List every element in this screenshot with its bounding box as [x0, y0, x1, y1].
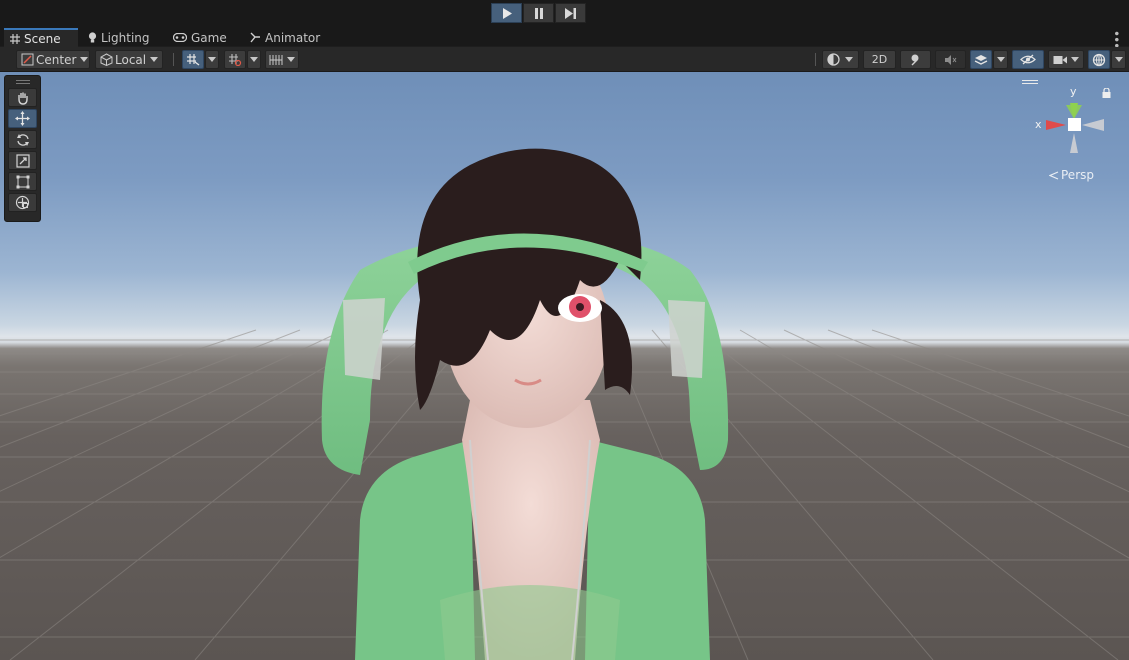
hand-icon [17, 92, 28, 105]
audio-toggle[interactable] [935, 50, 966, 69]
transform-tool-button[interactable] [8, 193, 37, 212]
scene-toolbar: Center Local 2D [0, 47, 1129, 72]
lighting-icon [911, 54, 919, 66]
space-dropdown[interactable]: Local [95, 50, 163, 69]
toolbar-divider [173, 53, 174, 66]
lock-icon[interactable] [1102, 88, 1111, 98]
chevron-down-icon [80, 57, 89, 62]
palette-grip-handle[interactable] [8, 78, 37, 86]
rect-transform-icon [16, 175, 29, 188]
perspective-icon [1049, 170, 1059, 180]
scene-lighting-toggle[interactable] [900, 50, 931, 69]
gizmo-globe-icon [1092, 53, 1106, 66]
hidden-objects-toggle[interactable] [1012, 50, 1044, 69]
rotate-icon [16, 133, 29, 146]
gizmo-x-label: x [1035, 118, 1042, 131]
effects-toggle[interactable] [970, 50, 992, 69]
play-icon [502, 7, 512, 19]
effects-dropdown[interactable] [993, 50, 1008, 69]
move-tool-button[interactable] [8, 109, 37, 128]
ruler-grid-icon [269, 54, 283, 65]
eye-slash-icon [1020, 54, 1036, 65]
gamepad-icon [173, 33, 187, 42]
chevron-down-icon [208, 57, 216, 62]
camera-settings-dropdown[interactable] [1048, 50, 1084, 69]
pause-button[interactable] [523, 3, 554, 23]
grid-visibility-dropdown[interactable] [265, 50, 299, 69]
play-button[interactable] [491, 3, 522, 23]
tab-animator[interactable]: Animator [250, 28, 320, 47]
2d-mode-toggle[interactable]: 2D [863, 50, 896, 69]
pause-icon [534, 7, 543, 19]
increment-snap-dropdown[interactable] [247, 50, 261, 69]
tab-scene[interactable]: Scene [4, 28, 78, 47]
chevron-down-icon [287, 57, 295, 62]
hand-tool-button[interactable] [8, 88, 37, 107]
tab-lighting[interactable]: Lighting [88, 28, 150, 47]
2d-label: 2D [871, 53, 888, 66]
tab-game[interactable]: Game [173, 28, 227, 47]
space-label: Local [115, 52, 147, 67]
tab-label: Game [191, 30, 227, 45]
chevron-down-icon [1114, 57, 1123, 62]
axis-gizmo-icon [1046, 103, 1104, 153]
projection-label: Persp [1061, 168, 1094, 182]
scale-icon [15, 153, 30, 168]
character-model[interactable] [0, 72, 1129, 660]
step-icon [565, 7, 576, 19]
step-button[interactable] [555, 3, 586, 23]
draw-mode-dropdown[interactable] [822, 50, 859, 69]
pivot-label: Center [36, 52, 77, 67]
pivot-center-icon [21, 53, 34, 66]
shading-sphere-icon [827, 53, 840, 66]
increment-snap-toggle[interactable] [224, 50, 246, 69]
grid-icon [10, 33, 20, 44]
gizmo-y-label: y [1070, 85, 1077, 98]
grid-snapping-toggle[interactable] [182, 50, 204, 69]
camera-icon [1053, 55, 1067, 64]
tab-label: Lighting [101, 30, 150, 45]
tab-label: Animator [265, 30, 321, 45]
rect-tool-button[interactable] [8, 172, 37, 191]
bulb-icon [88, 32, 97, 43]
tab-label: Scene [24, 31, 61, 46]
speaker-icon [945, 54, 957, 65]
grid-snap-icon [187, 54, 200, 66]
rotate-tool-button[interactable] [8, 130, 37, 149]
chevron-down-icon [996, 57, 1005, 62]
cube-icon [100, 53, 113, 66]
move-arrows-icon [15, 111, 30, 126]
pivot-dropdown[interactable]: Center [16, 50, 90, 69]
animator-icon [250, 32, 260, 43]
chevron-down-icon [845, 57, 853, 62]
transform-all-icon [15, 195, 30, 210]
tab-menu-kebab-icon[interactable]: ••• [1109, 30, 1123, 48]
play-controls [491, 3, 586, 23]
editor-tab-bar: Scene Lighting Game Animator ••• [0, 28, 1129, 48]
chevron-down-icon [250, 57, 258, 62]
transform-tool-palette [4, 75, 41, 222]
grid-snapping-dropdown[interactable] [205, 50, 219, 69]
chevron-down-icon [1071, 57, 1079, 62]
chevron-down-icon [150, 57, 159, 62]
increment-snap-icon [229, 54, 242, 66]
gizmos-dropdown[interactable] [1111, 50, 1126, 69]
layers-icon [974, 54, 988, 65]
projection-toggle[interactable]: Persp [1049, 168, 1094, 182]
gizmos-toggle[interactable] [1088, 50, 1110, 69]
play-bar [0, 0, 1129, 28]
scale-tool-button[interactable] [8, 151, 37, 170]
toolbar-divider [815, 53, 816, 66]
